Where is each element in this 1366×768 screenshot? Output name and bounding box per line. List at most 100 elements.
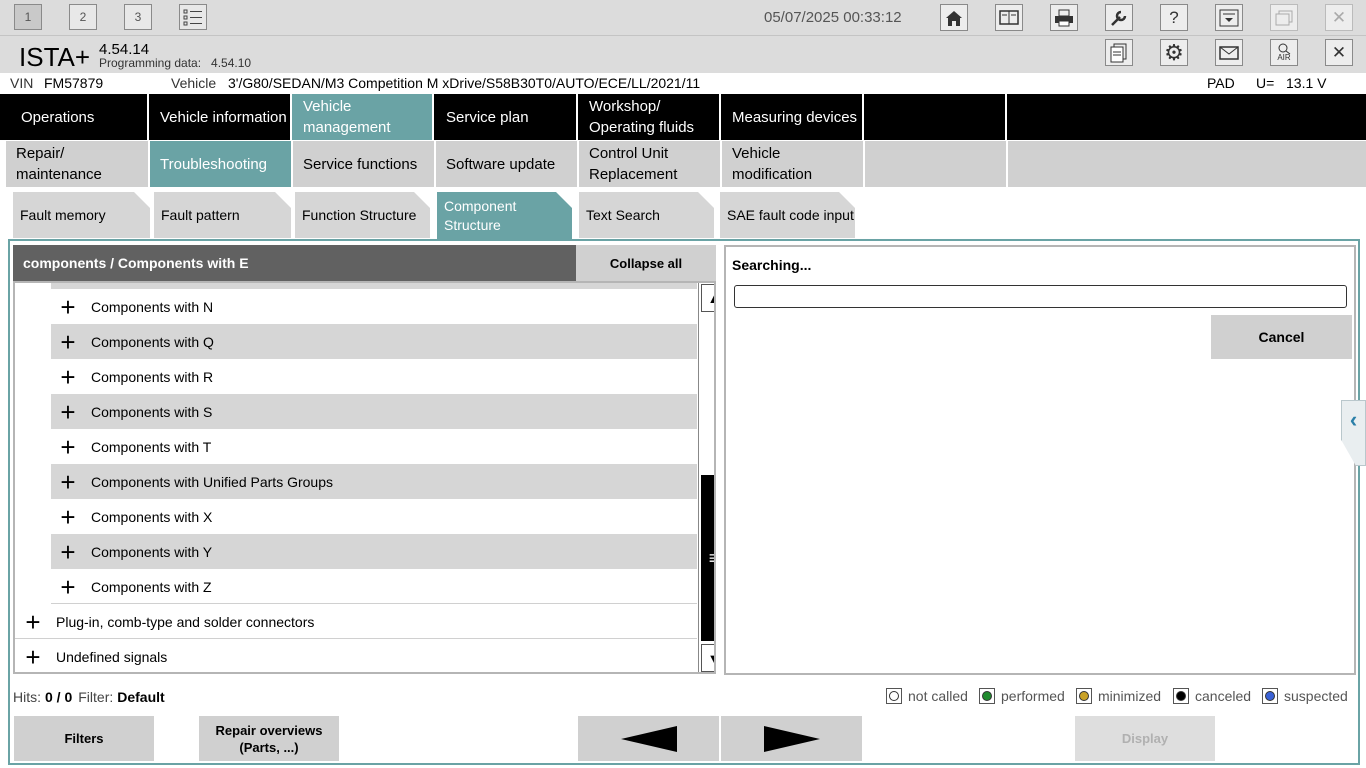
tree-row[interactable]: + Components with Y (51, 534, 697, 569)
wrench-button[interactable] (1105, 4, 1133, 31)
status-dot-icon (982, 691, 992, 701)
tree-row-label: Components with Y (91, 543, 213, 560)
tool-tabs: Fault memory Fault pattern Function Stru… (0, 192, 1366, 238)
expand-icon[interactable]: + (57, 574, 79, 600)
compare-button[interactable] (995, 4, 1023, 31)
exit-button[interactable]: ✕ (1325, 39, 1353, 66)
tab-component-structure[interactable]: Component Structure (437, 192, 572, 240)
arrow-right-icon (763, 725, 820, 752)
gear-icon: ⚙ (1164, 39, 1184, 65)
session-tab-2[interactable]: 2 (69, 4, 97, 30)
session-tab-1[interactable]: 1 (14, 4, 42, 30)
repair-overviews-button[interactable]: Repair overviews (Parts, ...) (199, 716, 339, 761)
print-icon (1055, 9, 1073, 26)
tab-operations[interactable]: Operations (10, 94, 149, 140)
display-button[interactable]: Display (1075, 716, 1215, 761)
help-button[interactable]: ? (1160, 4, 1188, 31)
tab-repair-maintenance[interactable]: Repair/ maintenance (6, 141, 148, 187)
tree-row-label: Components with Q (91, 333, 214, 350)
tree-row-label: Components with N (91, 298, 214, 315)
tab-measuring-devices[interactable]: Measuring devices (721, 94, 864, 140)
session-tab-3[interactable]: 3 (124, 4, 152, 30)
scroll-thumb[interactable]: ≡ (701, 475, 714, 641)
tree-row[interactable]: + Components with X (51, 499, 697, 534)
mail-icon (1219, 45, 1239, 60)
tree-row-label: Components with S (91, 403, 213, 420)
collapse-all-button[interactable]: Collapse all (576, 245, 716, 281)
pad-label: PAD (1207, 75, 1235, 91)
tree-row[interactable]: + Components with Z (51, 569, 697, 604)
expand-icon[interactable]: + (57, 539, 79, 565)
legend-minimized: minimized (1076, 688, 1161, 704)
main-nav: Operations Vehicle information Vehicle m… (0, 94, 1366, 140)
tab-vehicle-modification[interactable]: Vehicle modification (722, 141, 863, 187)
tree-row[interactable]: + Components with T (51, 429, 697, 464)
filter-value: Default (117, 689, 165, 705)
tab-service-plan[interactable]: Service plan (435, 94, 578, 140)
legend-label: minimized (1098, 688, 1162, 704)
hits-label: Hits: (13, 689, 41, 705)
tab-empty-1 (864, 94, 1007, 140)
tree-row-label: Plug-in, comb-type and solder connectors (56, 613, 315, 630)
tab-workshop-operating-fluids[interactable]: Workshop/ Operating fluids (578, 94, 721, 140)
repair-overviews-line2: (Parts, ...) (239, 739, 299, 755)
next-button[interactable] (721, 716, 862, 761)
scroll-up-button[interactable]: ▲ (701, 284, 714, 312)
tree-row[interactable]: + Components with N (51, 289, 697, 324)
mail-button[interactable] (1215, 39, 1243, 66)
expand-icon[interactable]: + (57, 364, 79, 390)
tree-row[interactable]: + Plug-in, comb-type and solder connector… (15, 604, 697, 639)
list-icon (183, 9, 202, 26)
tab-fault-pattern[interactable]: Fault pattern (154, 192, 291, 238)
filters-button[interactable]: Filters (14, 716, 154, 761)
expand-icon[interactable]: + (22, 644, 44, 670)
expand-icon[interactable]: + (57, 294, 79, 320)
search-progress-bar (734, 285, 1347, 308)
vehicle-bar: VIN FM57879 Vehicle 3'/G80/SEDAN/M3 Comp… (0, 73, 1366, 93)
previous-button[interactable] (578, 716, 719, 761)
list-view-button[interactable] (179, 4, 207, 30)
settings-button[interactable]: ⚙ (1160, 39, 1188, 66)
tab-vehicle-information[interactable]: Vehicle information (149, 94, 292, 140)
tab-function-structure[interactable]: Function Structure (295, 192, 430, 238)
scroll-down-button[interactable]: ▼ (701, 644, 714, 672)
tab-vehicle-management[interactable]: Vehicle management (292, 94, 434, 140)
document-button[interactable] (1105, 39, 1133, 66)
tree-row[interactable]: + Components with R (51, 359, 697, 394)
expand-icon[interactable]: + (22, 609, 44, 635)
expand-icon[interactable]: + (57, 504, 79, 530)
expand-icon[interactable]: + (57, 329, 79, 355)
print-button[interactable] (1050, 4, 1078, 31)
repair-overviews-line1: Repair overviews (215, 722, 323, 738)
tab-software-update[interactable]: Software update (436, 141, 577, 187)
tab-service-functions[interactable]: Service functions (293, 141, 434, 187)
home-icon (946, 10, 962, 26)
tree-row[interactable]: + Components with Unified Parts Groups (51, 464, 697, 499)
programming-data-value: 4.54.10 (211, 56, 252, 70)
legend-performed: performed (979, 688, 1065, 704)
tab-fault-memory[interactable]: Fault memory (13, 192, 150, 238)
top-bar: 1 2 3 05/07/2025 00:33:12 ? ✕ (0, 0, 1366, 35)
filter-label: Filter: (78, 689, 114, 705)
close-window-button[interactable]: ✕ (1325, 4, 1353, 31)
tree-row[interactable]: + Components with Q (51, 324, 697, 359)
tree-row[interactable]: + Undefined signals (15, 639, 697, 672)
expand-icon[interactable]: + (57, 434, 79, 460)
triangle-down-icon: ▼ (708, 651, 714, 666)
cancel-button[interactable]: Cancel (1211, 315, 1352, 359)
tree-row-label: Undefined signals (56, 648, 168, 665)
air-button[interactable]: AIR (1270, 39, 1298, 66)
tab-control-unit-replacement[interactable]: Control Unit Replacement (579, 141, 720, 187)
tree-row[interactable]: + Components with S (51, 394, 697, 429)
tab-sae-fault-code-input[interactable]: SAE fault code input (720, 192, 855, 238)
tree-scrollbar[interactable]: ▲ ≡ ▼ (698, 283, 714, 672)
tab-troubleshooting[interactable]: Troubleshooting (150, 141, 291, 187)
expand-icon[interactable]: + (57, 399, 79, 425)
hits-value: 0 / 0 (45, 689, 73, 705)
home-button[interactable] (940, 4, 968, 31)
expand-icon[interactable]: + (57, 469, 79, 495)
exit-icon: ✕ (1331, 42, 1347, 62)
restore-window-button[interactable] (1270, 4, 1298, 31)
tab-text-search[interactable]: Text Search (579, 192, 714, 238)
download-button[interactable] (1215, 4, 1243, 31)
